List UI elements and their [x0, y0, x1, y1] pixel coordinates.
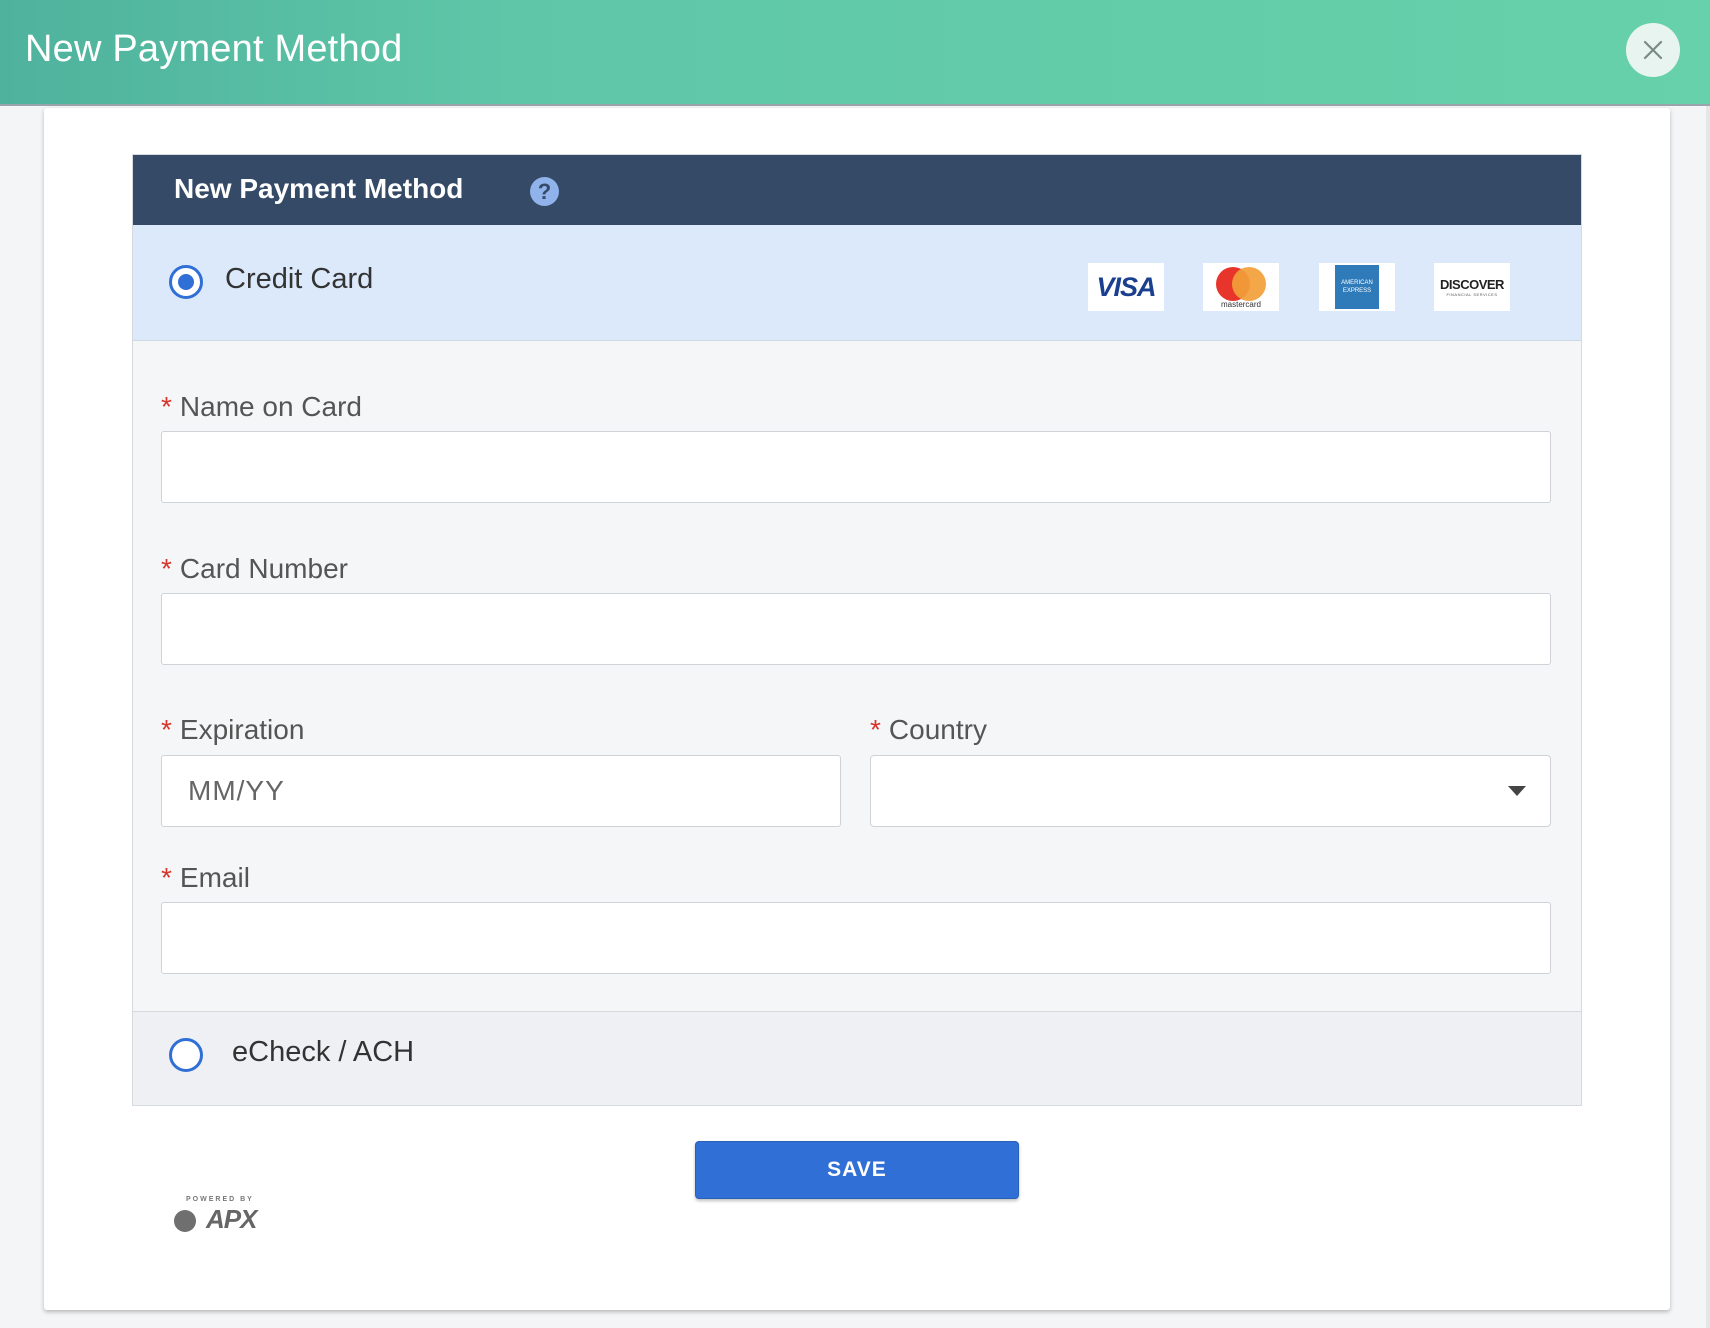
mastercard-logo: mastercard — [1203, 263, 1279, 311]
amex-logo: AMERICAN EXPRESS — [1319, 263, 1395, 311]
modal-title: New Payment Method — [25, 28, 403, 70]
credit-card-radio[interactable] — [169, 265, 203, 299]
chevron-down-icon — [1508, 786, 1526, 796]
card-number-label: * Card Number — [161, 553, 348, 584]
echeck-radio[interactable] — [169, 1038, 203, 1072]
name-on-card-label: * Name on Card — [161, 391, 362, 422]
expiration-label: * Expiration — [161, 714, 305, 745]
mastercard-circles-icon — [1216, 266, 1266, 301]
name-on-card-input[interactable] — [161, 431, 1551, 503]
credit-card-option[interactable]: Credit Card VISA mastercard AMERICAN EXP… — [133, 225, 1581, 341]
echeck-label: eCheck / ACH — [232, 1036, 415, 1068]
card-number-input[interactable] — [161, 593, 1551, 665]
country-label: * Country — [870, 714, 987, 745]
close-icon — [1643, 40, 1663, 60]
panel-header: New Payment Method ? — [133, 155, 1581, 225]
visa-logo: VISA — [1088, 263, 1164, 311]
email-input[interactable] — [161, 902, 1551, 974]
save-button[interactable]: SAVE — [695, 1141, 1019, 1199]
email-label: * Email — [161, 862, 250, 893]
expiration-input[interactable] — [161, 755, 841, 827]
discover-logo: DISCOVER FINANCIAL SERVICES — [1434, 263, 1510, 311]
payment-panel: New Payment Method ? Credit Card VISA ma… — [132, 154, 1582, 1106]
echeck-option[interactable]: eCheck / ACH — [133, 1011, 1581, 1105]
country-select[interactable] — [870, 755, 1551, 827]
modal-body: New Payment Method ? Credit Card VISA ma… — [44, 108, 1670, 1310]
scroll-edge — [1706, 106, 1710, 1328]
credit-card-label: Credit Card — [225, 263, 374, 295]
panel-title: New Payment Method — [174, 173, 464, 204]
close-button[interactable] — [1626, 23, 1680, 77]
help-icon[interactable]: ? — [530, 177, 559, 206]
powered-by-logo: POWERED BY APX — [174, 1196, 257, 1240]
modal-header: New Payment Method — [0, 0, 1710, 106]
